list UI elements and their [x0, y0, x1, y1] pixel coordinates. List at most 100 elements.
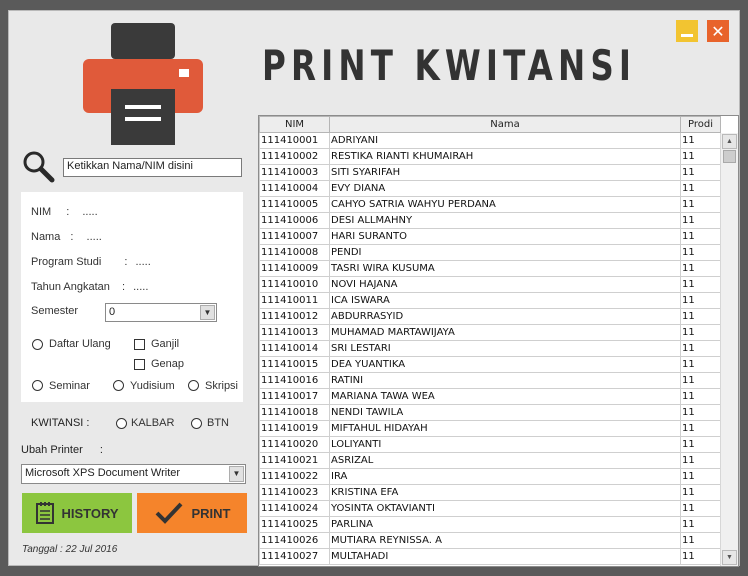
cell-nim: 111410018 — [259, 404, 330, 421]
table-row[interactable]: 111410021 ASRIZAL 11 — [259, 452, 721, 469]
table-row[interactable]: 111410001 ADRIYANI 11 — [259, 132, 721, 149]
genap-checkbox[interactable] — [134, 359, 145, 370]
printer-label: Ubah Printer : — [21, 444, 103, 456]
table-row[interactable]: 111410013 MUHAMAD MARTAWIJAYA 11 — [259, 324, 721, 341]
cell-nama: PENDI — [329, 244, 681, 261]
table-row[interactable]: 111410018 NENDI TAWILA 11 — [259, 404, 721, 421]
cell-nama: HARI SURANTO — [329, 228, 681, 245]
table-row[interactable]: 111410024 YOSINTA OKTAVIANTI 11 — [259, 500, 721, 517]
table-row[interactable]: 111410004 EVY DIANA 11 — [259, 180, 721, 197]
page-title: PRINT KWITANSI — [262, 41, 637, 90]
table-row[interactable]: 111410026 MUTIARA REYNISSA. A 11 — [259, 532, 721, 549]
column-header-nama[interactable]: Nama — [329, 116, 681, 133]
column-header-prodi[interactable]: Prodi — [680, 116, 721, 133]
cell-nim: 111410010 — [259, 276, 330, 293]
cell-prodi: 11 — [680, 132, 721, 149]
printer-select[interactable]: Microsoft XPS Document Writer ▼ — [21, 464, 246, 484]
nama-row: Nama : ..... — [31, 231, 102, 243]
seminar-label: Seminar — [49, 380, 90, 392]
table-row[interactable]: 111410017 MARIANA TAWA WEA 11 — [259, 388, 721, 405]
cell-prodi: 11 — [680, 180, 721, 197]
cell-prodi: 11 — [680, 276, 721, 293]
table-row[interactable]: 111410007 HARI SURANTO 11 — [259, 228, 721, 245]
vertical-scrollbar[interactable]: ▲ ▼ — [720, 133, 738, 566]
semester-select[interactable]: 0 ▼ — [105, 303, 217, 322]
column-header-nim[interactable]: NIM — [259, 116, 330, 133]
table-row[interactable]: 111410019 MIFTAHUL HIDAYAH 11 — [259, 420, 721, 437]
cell-nim: 111410019 — [259, 420, 330, 437]
cell-nim: 111410007 — [259, 228, 330, 245]
semester-value: 0 — [109, 306, 116, 318]
scroll-thumb[interactable] — [723, 150, 736, 163]
table-row[interactable]: 111410022 IRA 11 — [259, 468, 721, 485]
table-row[interactable]: 111410003 SITI SYARIFAH 11 — [259, 164, 721, 181]
nim-row: NIM : ..... — [31, 206, 98, 218]
cell-prodi: 11 — [680, 516, 721, 533]
history-label: HISTORY — [61, 505, 119, 521]
btn-label: BTN — [207, 417, 229, 429]
kalbar-radio[interactable] — [116, 418, 127, 429]
nama-value: ..... — [86, 231, 102, 243]
close-icon: ✕ — [711, 21, 725, 41]
history-button[interactable]: HISTORY — [22, 493, 132, 533]
cell-prodi: 11 — [680, 308, 721, 325]
daftar-ulang-radio[interactable] — [32, 339, 43, 350]
table-row[interactable]: 111410012 ABDURRASYID 11 — [259, 308, 721, 325]
kwitansi-label: KWITANSI : — [31, 417, 90, 429]
table-row[interactable]: 111410011 ICA ISWARA 11 — [259, 292, 721, 309]
close-button[interactable]: ✕ — [707, 20, 729, 42]
cell-prodi: 11 — [680, 212, 721, 229]
cell-nama: NOVI HAJANA — [329, 276, 681, 293]
cell-nama: SITI SYARIFAH — [329, 164, 681, 181]
chevron-down-icon[interactable]: ▼ — [229, 466, 244, 482]
table-row[interactable]: 111410002 RESTIKA RIANTI KHUMAIRAH 11 — [259, 148, 721, 165]
table-row[interactable]: 111410009 TASRI WIRA KUSUMA 11 — [259, 260, 721, 277]
table-row[interactable]: 111410015 DEA YUANTIKA 11 — [259, 356, 721, 373]
cell-prodi: 11 — [680, 532, 721, 549]
table-row[interactable]: 111410006 DESI ALLMAHNY 11 — [259, 212, 721, 229]
table-row[interactable]: 111410027 MULTAHADI 11 — [259, 548, 721, 565]
table-row[interactable]: 111410023 KRISTINA EFA 11 — [259, 484, 721, 501]
cell-nim: 111410005 — [259, 196, 330, 213]
cell-nama: DESI ALLMAHNY — [329, 212, 681, 229]
cell-nama: MUTIARA REYNISSA. A — [329, 532, 681, 549]
minimize-button[interactable] — [676, 20, 698, 42]
cell-prodi: 11 — [680, 292, 721, 309]
chevron-down-icon[interactable]: ▼ — [200, 305, 215, 320]
skripsi-radio[interactable] — [188, 380, 199, 391]
cell-nama: MIFTAHUL HIDAYAH — [329, 420, 681, 437]
seminar-radio[interactable] — [32, 380, 43, 391]
minimize-icon — [681, 33, 693, 37]
scroll-down-icon[interactable]: ▼ — [722, 550, 737, 565]
print-label: PRINT — [191, 505, 231, 521]
cell-nim: 111410006 — [259, 212, 330, 229]
cell-prodi: 11 — [680, 228, 721, 245]
cell-nama: PARLINA — [329, 516, 681, 533]
scroll-up-icon[interactable]: ▲ — [722, 134, 737, 149]
table-row[interactable]: 111410025 PARLINA 11 — [259, 516, 721, 533]
app-window: ✕ PRINT KWITANSI Ketikkan Nama/NIM disin… — [8, 10, 740, 567]
table-row[interactable]: 111410005 CAHYO SATRIA WAHYU PERDANA 11 — [259, 196, 721, 213]
table-row[interactable]: 111410020 LOLIYANTI 11 — [259, 436, 721, 453]
magnifier-icon[interactable] — [21, 149, 57, 185]
cell-nim: 111410011 — [259, 292, 330, 309]
yudisium-radio[interactable] — [113, 380, 124, 391]
search-input[interactable]: Ketikkan Nama/NIM disini — [63, 158, 242, 177]
cell-nim: 111410015 — [259, 356, 330, 373]
cell-nama: YOSINTA OKTAVIANTI — [329, 500, 681, 517]
print-button[interactable]: PRINT — [137, 493, 247, 533]
cell-prodi: 11 — [680, 148, 721, 165]
table-row[interactable]: 111410010 NOVI HAJANA 11 — [259, 276, 721, 293]
ganjil-checkbox[interactable] — [134, 339, 145, 350]
cell-nim: 111410013 — [259, 324, 330, 341]
btn-radio[interactable] — [191, 418, 202, 429]
table-row[interactable]: 111410008 PENDI 11 — [259, 244, 721, 261]
checkmark-icon — [155, 502, 182, 524]
student-table[interactable]: NIM Nama Prodi 111410001 ADRIYANI 11 111410… — [258, 115, 739, 567]
nama-colon: : — [70, 231, 74, 243]
yudisium-label: Yudisium — [130, 380, 175, 392]
table-row[interactable]: 111410014 SRI LESTARI 11 — [259, 340, 721, 357]
kalbar-label: KALBAR — [131, 417, 175, 429]
table-row[interactable]: 111410016 RATINI 11 — [259, 372, 721, 389]
cell-prodi: 11 — [680, 340, 721, 357]
